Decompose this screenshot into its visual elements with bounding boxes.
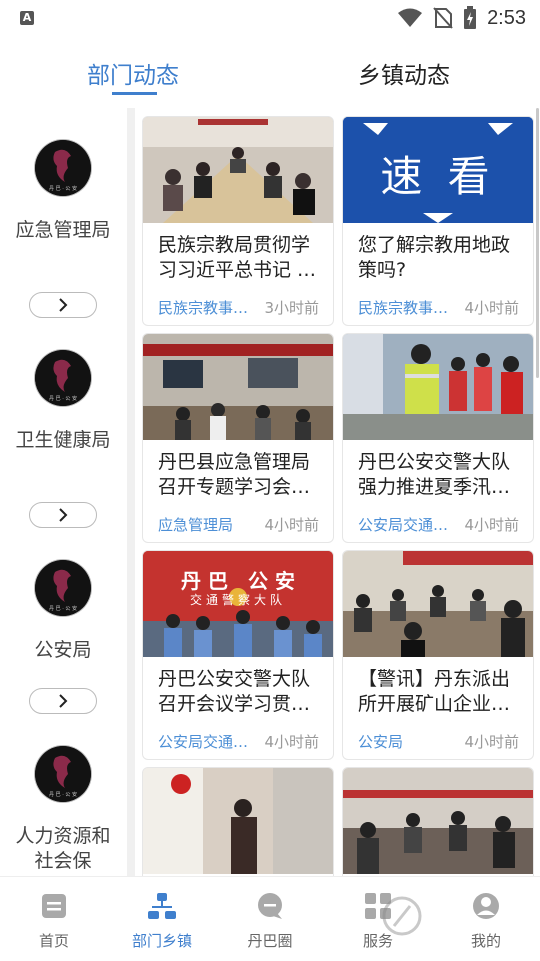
nav-label: 部门乡镇 [131,932,192,950]
news-title: 丹巴公安交警大队召开会议学习贯… [158,668,311,715]
thumbnail-banner-text: 丹 巴 公 安 [181,569,295,593]
status-bar: A 2:53 [0,0,540,38]
svg-text:丹 巴 · 公 安: 丹 巴 · 公 安 [49,395,77,402]
nav-label: 首页 [38,932,69,950]
news-thumbnail: 丹 巴 公 安 交通警察大队 [143,551,333,657]
column-divider [127,108,135,876]
news-card[interactable]: 民族宗教局贯彻学习习近平总书记 … 民族宗教事… 3小时前 [142,116,334,326]
department-logo: 丹 巴 · 公 安 [35,140,91,196]
svg-text:丹 巴 · 公 安: 丹 巴 · 公 安 [49,791,77,798]
news-title: 丹巴县应急管理局召开专题学习会… [158,451,311,498]
news-thumbnail [343,768,533,874]
department-logo: 丹 巴 · 公 安 [35,350,91,406]
svg-text:丹 巴 · 公 安: 丹 巴 · 公 安 [49,605,77,612]
chevron-right-icon [59,694,68,708]
sidebar-item-label: 公安局 [34,639,92,661]
news-time: 4小时前 [464,516,519,534]
watermark-logo [382,896,422,936]
grid-scrollbar[interactable] [536,108,539,378]
clock: 2:53 [487,6,526,29]
top-tabs: 部门动态 乡镇动态 [0,38,540,100]
news-thumbnail [143,768,333,874]
chat-bubble-icon [258,893,282,919]
department-logo: 丹 巴 · 公 安 [35,746,91,802]
news-time: 4小时前 [464,299,519,317]
news-time: 3小时前 [264,299,319,317]
nav-danba-circle[interactable]: 丹巴圈 [230,891,310,951]
tab-township-news[interactable]: 乡镇动态 [358,56,450,90]
sidebar-item-label: 卫生健康局 [15,429,111,451]
news-card[interactable] [342,767,534,876]
news-source: 应急管理局 [158,516,234,534]
news-card[interactable]: 【警讯】丹东派出所开展矿山企业… 公安局 4小时前 [342,550,534,760]
svg-text:丹 巴 · 公 安: 丹 巴 · 公 安 [49,185,77,192]
sidebar-item-expand-button[interactable] [29,502,97,528]
news-thumbnail [343,334,533,440]
department-logo: 丹 巴 · 公 安 [35,560,91,616]
wifi-icon [398,8,423,27]
news-card[interactable]: 丹巴公安交警大队强力推进夏季汛… 公安局交通… 4小时前 [342,333,534,543]
org-chart-icon [148,893,176,919]
news-time: 4小时前 [264,516,319,534]
sidebar-item-label: 人力资源和社会保 [15,825,111,872]
accessibility-icon: A [20,11,34,25]
nav-label: 丹巴圈 [247,932,293,950]
news-card[interactable]: 速 看 您了解宗教用地政策吗? 民族宗教事… 4小时前 [342,116,534,326]
news-source: 公安局交通… [358,516,449,534]
news-thumbnail: 速 看 [343,117,533,223]
battery-charging-icon [464,6,477,29]
news-title: 您了解宗教用地政策吗? [358,234,511,281]
news-thumbnail [143,117,333,223]
news-title: 丹巴公安交警大队强力推进夏季汛… [358,451,511,498]
news-title: 【警讯】丹东派出所开展矿山企业… [358,668,511,715]
nav-home[interactable]: 首页 [14,891,94,951]
nav-departments-towns[interactable]: 部门乡镇 [122,891,202,951]
news-thumbnail [143,334,333,440]
news-source: 公安局交通… [158,733,249,751]
news-thumbnail [343,551,533,657]
news-time: 4小时前 [264,733,319,751]
active-tab-indicator [112,92,157,95]
news-source: 民族宗教事… [158,299,249,317]
news-card[interactable]: 丹 巴 公 安 交通警察大队 丹巴公安交警大队召开会议学习贯… 公安局交通… 4… [142,550,334,760]
sidebar-item-label: 应急管理局 [15,219,111,241]
chevron-right-icon [59,298,68,312]
sidebar-item-expand-button[interactable] [29,688,97,714]
thumbnail-banner-text: 速 看 [380,152,496,201]
news-source: 民族宗教事… [358,299,449,317]
department-sidebar: 丹 巴 · 公 安 应急管理局 丹 巴 · 公 安 卫生健康局 丹 巴 · 公 … [0,108,126,876]
news-source: 公安局 [358,733,404,751]
thumbnail-banner-subtext: 交通警察大队 [189,593,286,607]
news-card[interactable] [142,767,334,876]
no-sim-icon [433,7,453,29]
news-card[interactable]: 丹巴县应急管理局召开专题学习会… 应急管理局 4小时前 [142,333,334,543]
news-grid: 民族宗教局贯彻学习习近平总书记 … 民族宗教事… 3小时前 速 看 您了解宗教用… [142,116,534,876]
chevron-right-icon [59,508,68,522]
sidebar-item-expand-button[interactable] [29,292,97,318]
home-doc-icon [42,894,66,918]
news-time: 4小时前 [464,733,519,751]
news-title: 民族宗教局贯彻学习习近平总书记 … [158,234,317,281]
tab-department-news[interactable]: 部门动态 [87,56,179,90]
